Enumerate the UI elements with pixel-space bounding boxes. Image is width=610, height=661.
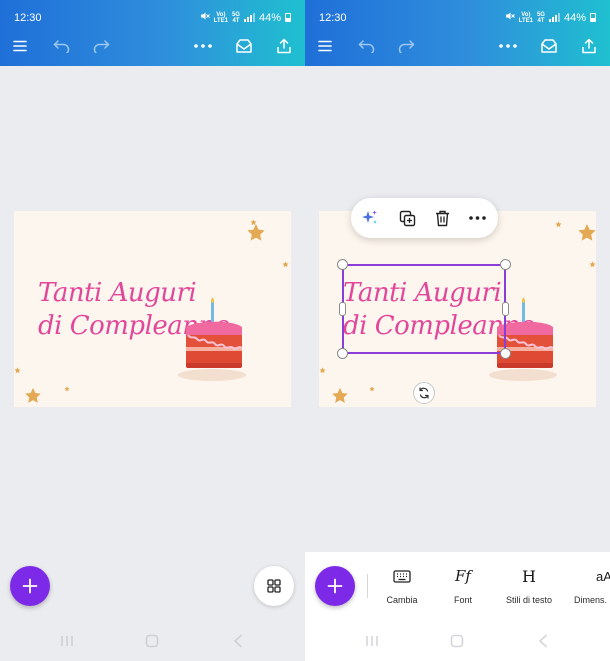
status-time: 12:30: [319, 12, 347, 24]
top-header: 12:30 Vo) LTE1 5G 4T 44%: [0, 0, 305, 66]
battery-percent: 44%: [258, 11, 281, 24]
star-decoration-icon: [282, 261, 289, 268]
mute-icon: [200, 11, 210, 24]
magic-sparkle-icon[interactable]: [360, 208, 380, 228]
signal-icon: [243, 13, 255, 22]
text-edit-toolbar: Cambia Ff Font H Stili di testo aA Dimen…: [305, 552, 610, 661]
toolbar-label: Font: [453, 595, 472, 605]
signal-icon: [548, 13, 560, 22]
toolbar-label: Dimens.: [574, 595, 608, 605]
toolbar-divider: [367, 574, 368, 598]
duplicate-icon[interactable]: [397, 208, 417, 228]
resize-handle-bottom-right[interactable]: [500, 348, 511, 359]
keyboard-icon: [393, 566, 411, 586]
plus-icon: [22, 578, 38, 594]
design-canvas[interactable]: Tanti Auguri di Compleanno: [14, 211, 291, 407]
home-icon[interactable]: [142, 632, 162, 650]
text-selection-box[interactable]: [342, 264, 506, 354]
rotate-button[interactable]: [413, 382, 435, 404]
network-mid-text: LTE1: [213, 17, 228, 24]
toolbar-item-font[interactable]: Ff Font: [450, 566, 476, 606]
resize-handle-top-left[interactable]: [337, 259, 348, 270]
network-5g-indicator: 5G 4T: [537, 12, 545, 24]
home-icon[interactable]: [447, 632, 467, 650]
network-sub-text: 4T: [232, 17, 240, 24]
undo-icon[interactable]: [354, 34, 380, 58]
editor-view-left: 12:30 Vo) LTE1 5G 4T 44% Tanti Auguri di…: [0, 0, 305, 661]
toolbar-label: Stili di testo: [505, 595, 553, 605]
toolbar-item-cambia[interactable]: Cambia: [385, 566, 419, 606]
status-bar: 12:30 Vo) LTE1 5G 4T 44%: [0, 0, 305, 34]
toolbar-label: Cambia: [386, 595, 418, 605]
more-icon[interactable]: [467, 208, 487, 228]
birthday-cake-icon: [178, 297, 246, 381]
text-size-glyph: aA: [596, 568, 610, 584]
top-header: 12:30 Vo) LTE1 5G 4T 44%: [305, 0, 610, 66]
menu-icon[interactable]: [7, 34, 33, 58]
mute-icon: [505, 11, 515, 24]
editor-toolbar: [305, 34, 610, 58]
system-icons: Vo) LTE1 5G 4T 44%: [200, 11, 291, 24]
network-mid-text: LTE1: [518, 17, 533, 24]
resize-handle-top-right[interactable]: [500, 259, 511, 270]
trash-icon[interactable]: [432, 208, 452, 228]
network-sub-text: 4T: [537, 17, 545, 24]
plus-icon: [327, 578, 343, 594]
star-decoration-icon: [332, 387, 348, 403]
back-icon[interactable]: [533, 632, 553, 650]
resize-handle-left[interactable]: [339, 302, 346, 316]
text-style-glyph: H: [522, 566, 536, 586]
battery-icon: [590, 13, 596, 22]
text-style-icon: H: [522, 566, 536, 586]
inbox-icon[interactable]: [231, 34, 257, 58]
battery-icon: [285, 13, 291, 22]
star-decoration-icon: [319, 367, 326, 374]
star-decoration-icon: [578, 224, 596, 241]
system-nav-bar: [305, 622, 610, 661]
star-decoration-icon: [555, 221, 562, 228]
toolbar-item-dimensions[interactable]: aA Dimens.: [574, 566, 610, 606]
font-icon: Ff: [455, 566, 471, 586]
network-5g-indicator: 5G 4T: [232, 12, 240, 24]
star-decoration-icon: [250, 219, 257, 226]
system-nav-bar: [0, 622, 305, 661]
share-icon[interactable]: [576, 34, 602, 58]
menu-icon[interactable]: [312, 34, 338, 58]
star-decoration-icon: [14, 367, 21, 374]
system-icons: Vo) LTE1 5G 4T 44%: [505, 11, 596, 24]
add-element-button[interactable]: [10, 566, 50, 606]
rotate-icon: [419, 387, 429, 399]
editor-view-right: 12:30 Vo) LTE1 5G 4T 44% Tanti Auguri di…: [305, 0, 610, 661]
back-icon[interactable]: [228, 632, 248, 650]
star-decoration-icon: [64, 386, 70, 392]
toolbar-item-text-styles[interactable]: H Stili di testo: [503, 566, 555, 606]
resize-handle-bottom-left[interactable]: [337, 348, 348, 359]
network-indicator: Vo) LTE1: [519, 12, 533, 24]
star-decoration-icon: [25, 387, 41, 403]
recent-apps-icon[interactable]: [362, 632, 382, 650]
editor-toolbar: [0, 34, 305, 58]
status-bar: 12:30 Vo) LTE1 5G 4T 44%: [305, 0, 610, 34]
text-size-icon: aA: [574, 566, 610, 586]
redo-icon[interactable]: [88, 34, 114, 58]
star-decoration-icon: [369, 386, 375, 392]
grid-icon: [267, 579, 281, 593]
status-time: 12:30: [14, 12, 42, 24]
element-context-menu: [351, 198, 498, 238]
battery-percent: 44%: [563, 11, 586, 24]
more-icon[interactable]: [190, 34, 216, 58]
add-element-button[interactable]: [315, 566, 355, 606]
inbox-icon[interactable]: [536, 34, 562, 58]
recent-apps-icon[interactable]: [57, 632, 77, 650]
redo-icon[interactable]: [393, 34, 419, 58]
more-icon[interactable]: [495, 34, 521, 58]
resize-handle-right[interactable]: [502, 302, 509, 316]
star-decoration-icon: [589, 261, 596, 268]
pages-grid-button[interactable]: [254, 566, 294, 606]
network-indicator: Vo) LTE1: [214, 12, 228, 24]
font-glyph: Ff: [455, 567, 471, 585]
undo-icon[interactable]: [49, 34, 75, 58]
share-icon[interactable]: [271, 34, 297, 58]
